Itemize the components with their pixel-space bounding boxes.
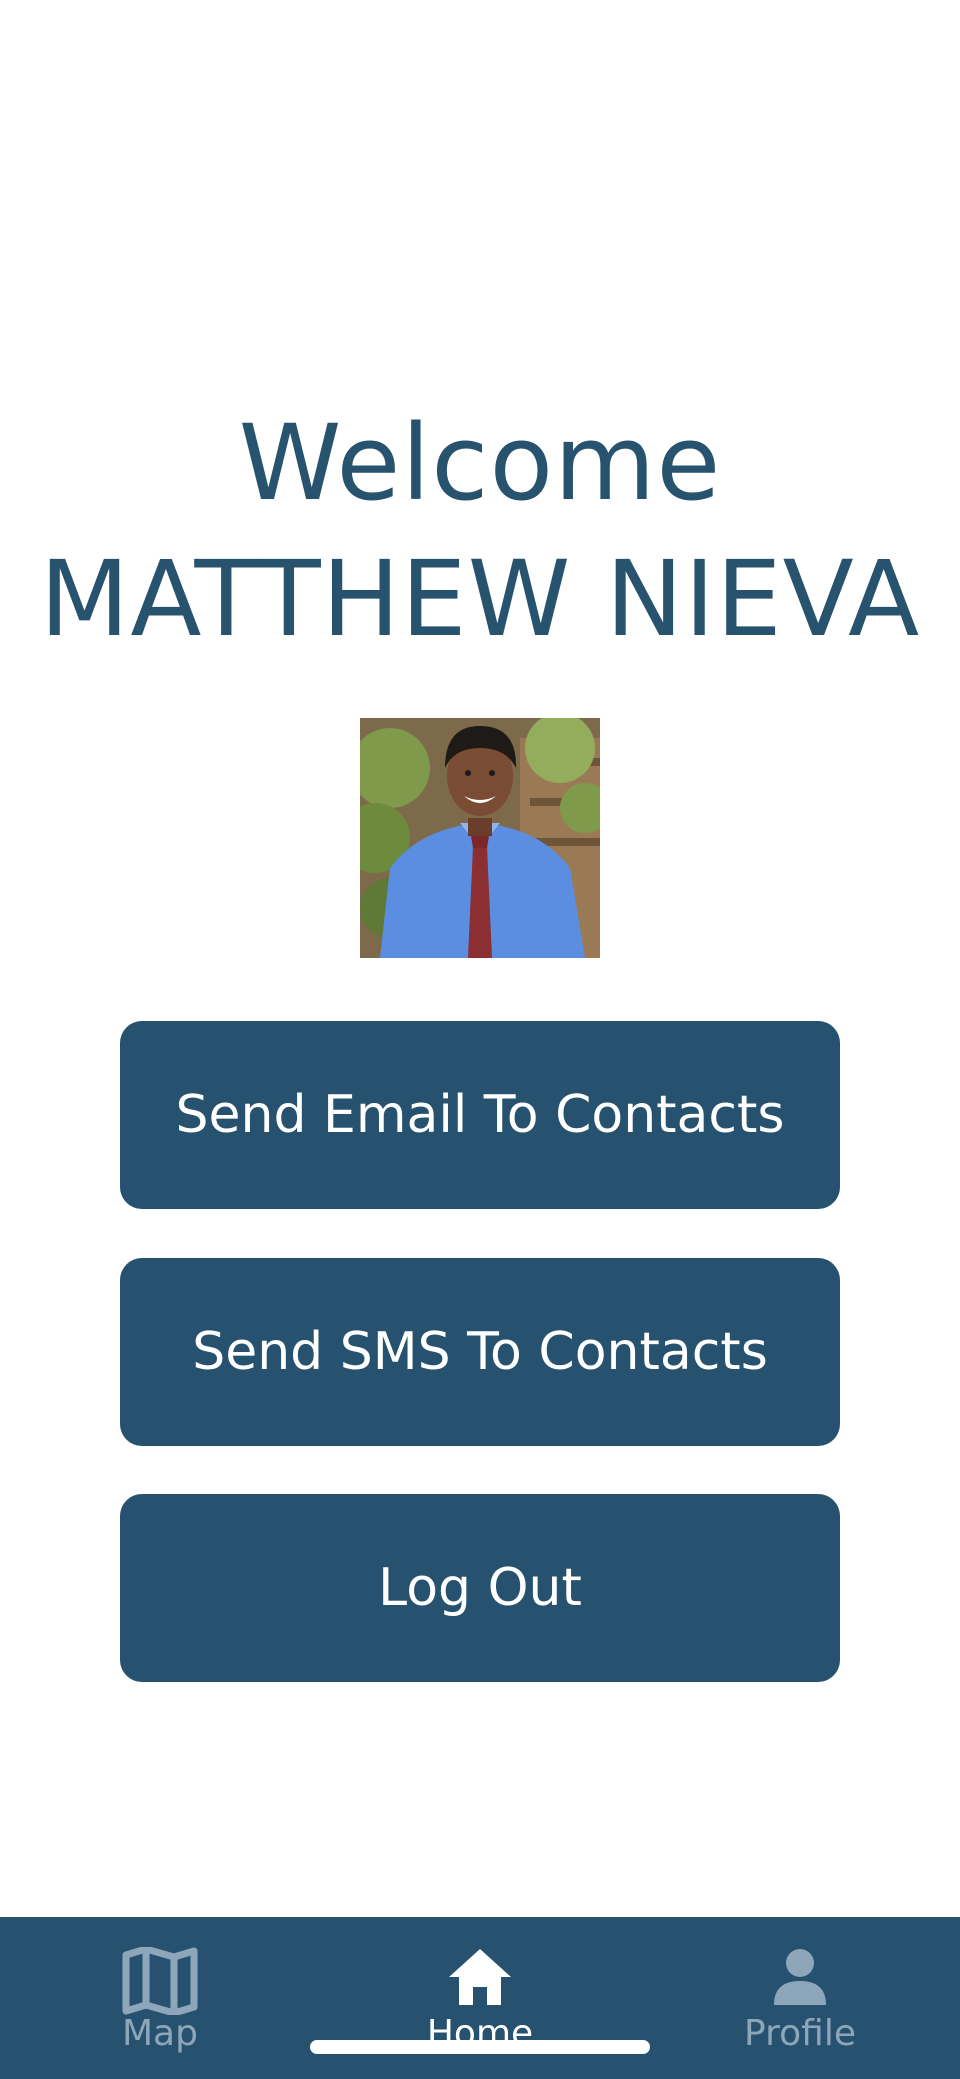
welcome-greeting: Welcome	[238, 402, 722, 524]
tab-map-label: Map	[122, 2013, 198, 2054]
person-icon	[772, 1947, 828, 2011]
tab-home[interactable]: Home	[370, 1917, 590, 2079]
profile-photo	[360, 718, 600, 958]
bottom-tab-bar: Map Home Profile	[0, 1917, 960, 2079]
home-indicator	[310, 2040, 650, 2054]
log-out-button[interactable]: Log Out	[120, 1494, 840, 1682]
home-icon	[447, 1947, 513, 2011]
tab-map[interactable]: Map	[50, 1917, 270, 2079]
tab-profile-label: Profile	[744, 2013, 856, 2054]
welcome-header: Welcome MATTHEW NIEVA	[0, 395, 960, 667]
send-email-button[interactable]: Send Email To Contacts	[120, 1021, 840, 1209]
map-icon	[122, 1945, 198, 2019]
user-name: MATTHEW NIEVA	[39, 538, 921, 660]
tab-profile[interactable]: Profile	[690, 1917, 910, 2079]
send-sms-button[interactable]: Send SMS To Contacts	[120, 1258, 840, 1446]
